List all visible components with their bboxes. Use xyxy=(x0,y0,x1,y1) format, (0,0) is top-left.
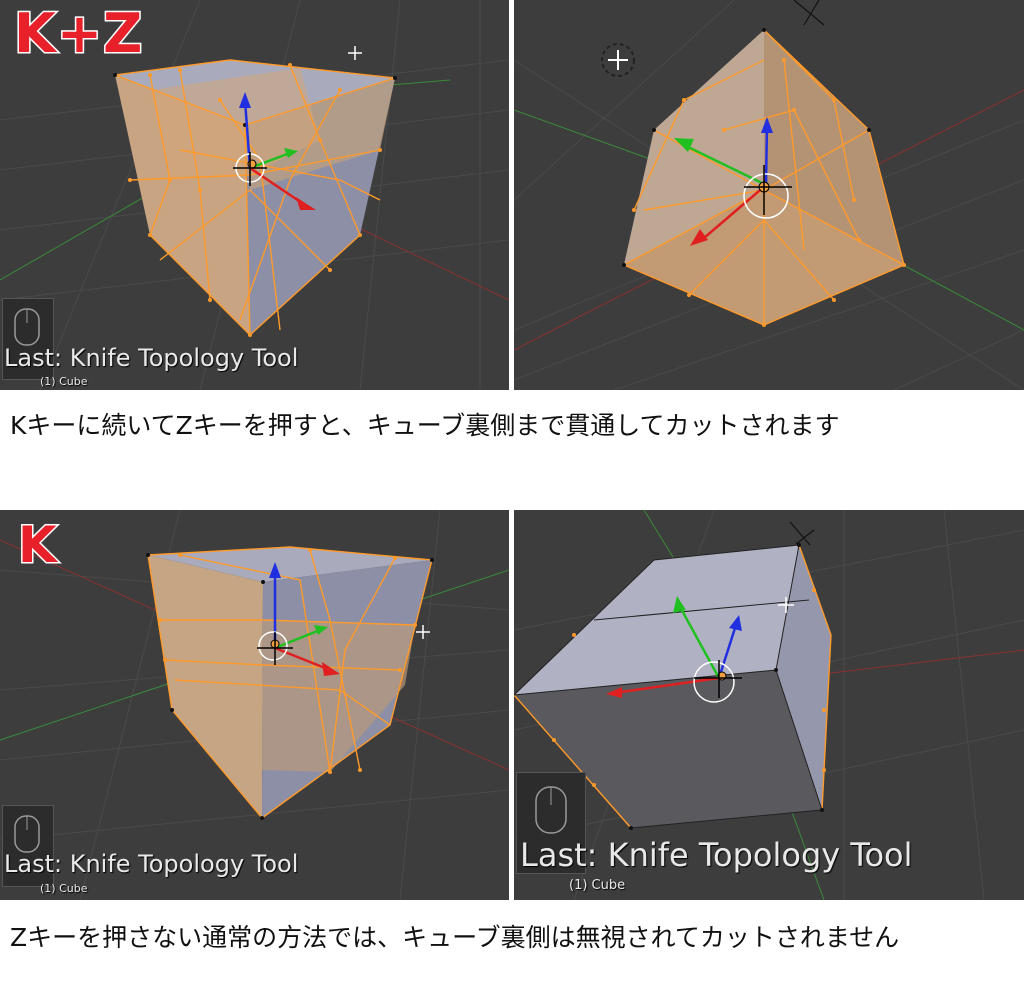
mode-badge: K+Z xyxy=(12,1,144,67)
caption-top: Kキーに続いてZキーを押すと、キューブ裏側まで貫通してカットされます xyxy=(10,411,840,440)
caption-bottom: Zキーを押さない通常の方法では、キューブ裏側は無視されてカットされません xyxy=(10,923,900,952)
3d-cursor-icon xyxy=(601,43,635,77)
last-operator-label: Last: Knife Topology Tool xyxy=(4,850,299,878)
cube-scene-bottom-left xyxy=(0,510,509,900)
cube-scene-top-right xyxy=(514,0,1024,390)
viewport-bottom-left[interactable]: K Last: Knife Topology Tool (1) Cube xyxy=(0,510,509,900)
last-operator-label: Last: Knife Topology Tool xyxy=(520,836,913,874)
crosshair-icon xyxy=(348,46,362,60)
viewport-bottom-right[interactable]: Last: Knife Topology Tool (1) Cube xyxy=(514,510,1024,900)
object-name-label: (1) Cube xyxy=(40,882,88,895)
object-name-label: (1) Cube xyxy=(569,878,626,893)
mode-badge: K xyxy=(17,515,59,576)
last-operator-label: Last: Knife Topology Tool xyxy=(4,344,299,372)
object-name-label: (1) Cube xyxy=(40,375,88,388)
viewport-top-left[interactable]: K+Z Last: Knife Topology Tool (1) Cube xyxy=(0,0,509,390)
viewport-top-right[interactable] xyxy=(514,0,1024,390)
